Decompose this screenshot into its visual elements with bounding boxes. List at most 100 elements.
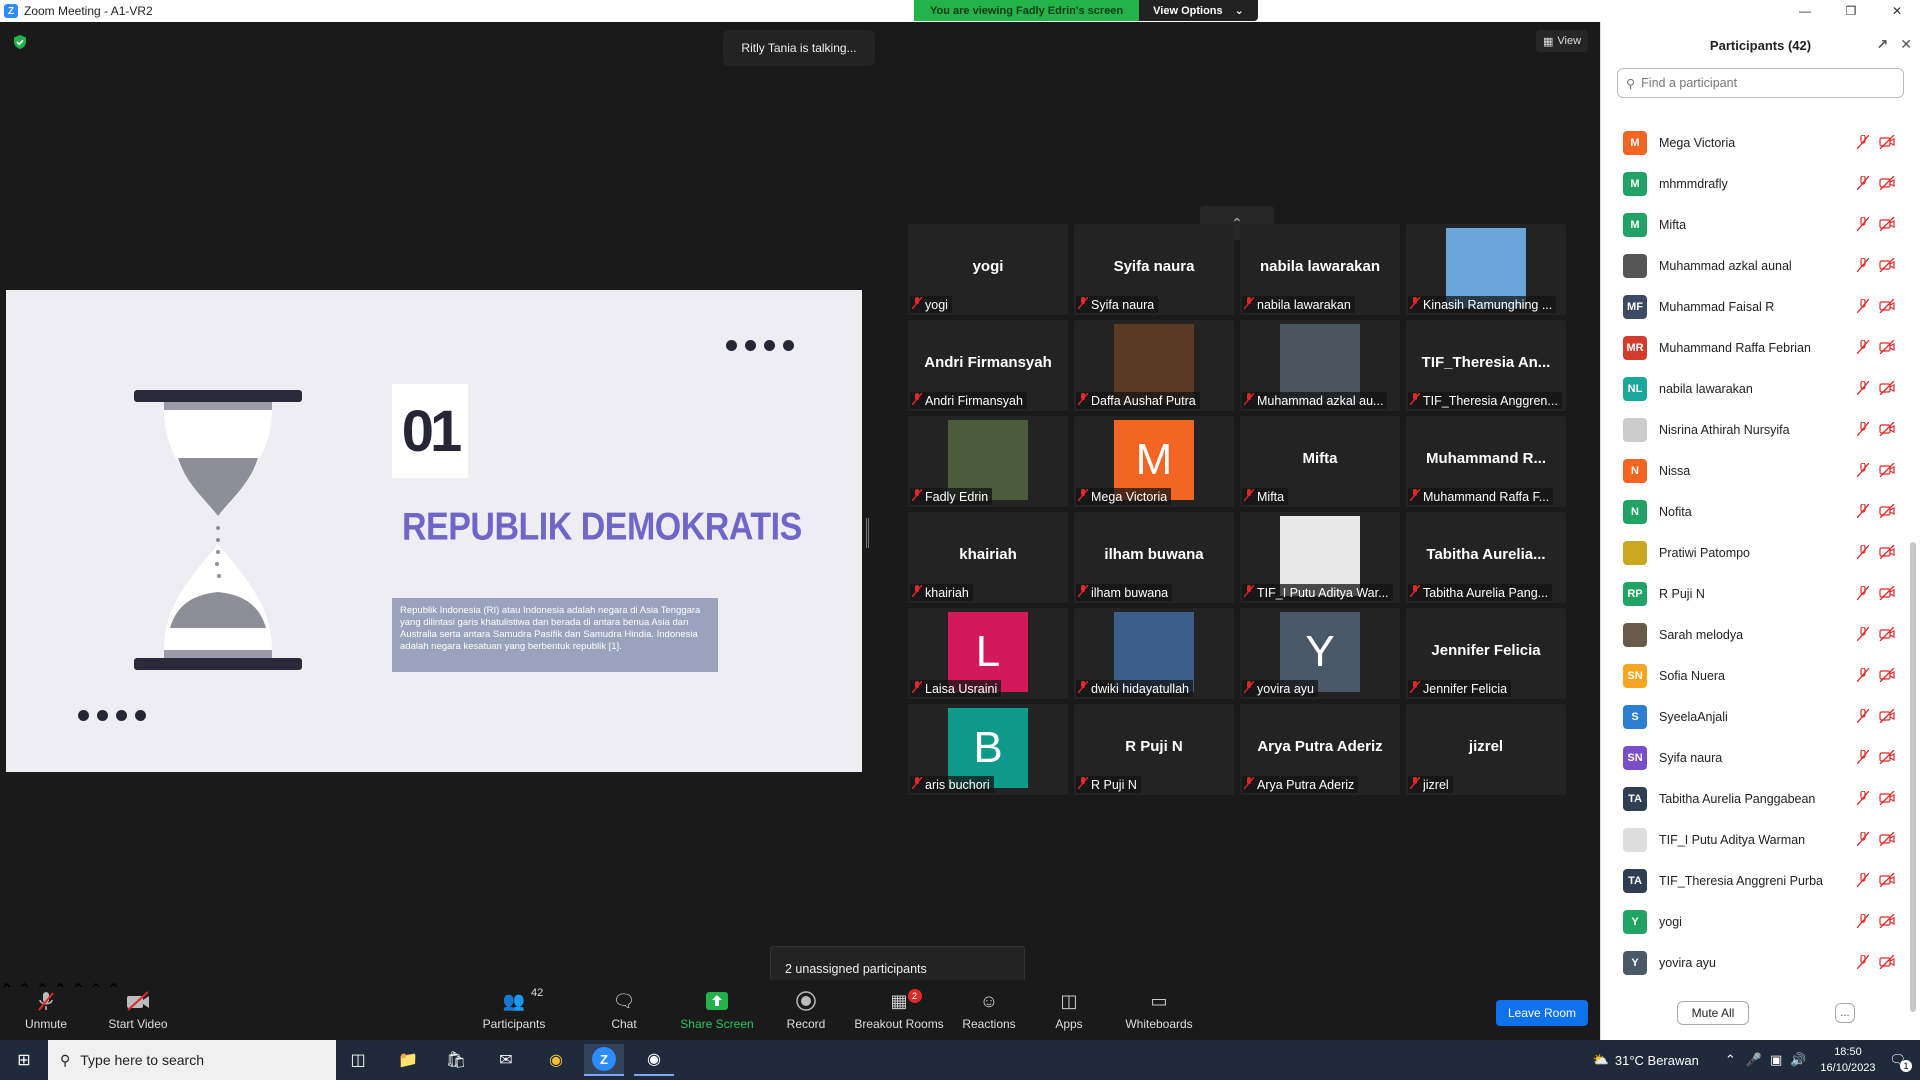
whiteboards-button[interactable]: ▭ Whiteboards	[1124, 980, 1194, 1040]
more-options-button[interactable]: ...	[1835, 1003, 1855, 1023]
participant-row[interactable]: Yyogi	[1601, 901, 1911, 942]
windows-start-icon[interactable]: ⊞	[4, 1044, 44, 1076]
video-tile[interactable]: yogi yogi	[908, 224, 1068, 315]
mic-icon[interactable]: 🎤	[1746, 1052, 1762, 1068]
participant-row[interactable]: N Nissa	[1601, 450, 1911, 491]
video-tile[interactable]: Fadly Edrin	[908, 416, 1068, 507]
file-explorer-icon[interactable]: 📁	[388, 1044, 428, 1076]
participant-row[interactable]: RP R Puji N	[1601, 573, 1911, 614]
unmute-button[interactable]: Unmute	[22, 980, 70, 1040]
video-tile[interactable]: M Mega Victoria	[1074, 416, 1234, 507]
participant-row[interactable]: MR Muhammand Raffa Febrian	[1601, 327, 1911, 368]
participant-name: Tabitha Aurelia Panggabean	[1659, 791, 1816, 806]
mail-icon[interactable]: ✉	[486, 1044, 526, 1076]
reactions-button[interactable]: ☺ Reactions	[962, 980, 1016, 1040]
muted-mic-icon	[1077, 488, 1089, 504]
clock[interactable]: 18:50 16/10/2023	[1820, 1044, 1875, 1076]
video-tile[interactable]: R Puji N R Puji N	[1074, 704, 1234, 795]
shared-screen-slide: 01 REPUBLIK DEMOKRATIS Republik Indonesi…	[6, 290, 862, 772]
video-tile[interactable]: Baris buchori	[908, 704, 1068, 795]
participant-row[interactable]: Sarah melodya	[1601, 614, 1911, 655]
participant-row[interactable]: Nisrina Athirah Nursyifa	[1601, 409, 1911, 450]
tile-label-text: Kinasih Ramunghing ...	[1423, 297, 1553, 312]
participant-row[interactable]: Pratiwi Patompo	[1601, 532, 1911, 573]
participant-status-icons	[1856, 380, 1895, 398]
video-tile[interactable]: Muhammad azkal au...	[1240, 320, 1400, 411]
participant-row[interactable]: Yyovira ayu	[1601, 942, 1911, 983]
participants-button[interactable]: 👥 42 Participants	[478, 980, 550, 1040]
taskbar-search[interactable]: ⚲ Type here to search	[48, 1040, 336, 1080]
breakout-rooms-button[interactable]: ▦ 2 Breakout Rooms	[852, 980, 946, 1040]
participant-row[interactable]: TIF_I Putu Aditya Warman	[1601, 819, 1911, 860]
weather-text[interactable]: 31°C Berawan	[1615, 1053, 1699, 1068]
leave-room-button[interactable]: Leave Room	[1496, 1000, 1588, 1026]
start-video-button[interactable]: Start Video	[106, 980, 170, 1040]
view-options-button[interactable]: View Options ⌄	[1139, 0, 1258, 21]
participant-row[interactable]: M Mifta	[1601, 204, 1911, 245]
pop-out-icon[interactable]: ↗	[1877, 36, 1889, 53]
participant-row[interactable]: MF Muhammad Faisal R	[1601, 286, 1911, 327]
muted-mic-icon	[1856, 544, 1870, 562]
video-tile[interactable]: Tabitha Aurelia... Tabitha Aurelia Pang..…	[1406, 512, 1566, 603]
participant-row[interactable]: Muhammad azkal aunal	[1601, 245, 1911, 286]
participants-panel: Participants (42) ↗ ✕ ⚲ Find a participa…	[1600, 22, 1920, 1040]
view-button[interactable]: ▦ View	[1536, 30, 1588, 52]
video-tile[interactable]: Yyovira ayu	[1240, 608, 1400, 699]
video-tile[interactable]: Arya Putra Aderiz Arya Putra Aderiz	[1240, 704, 1400, 795]
apps-button[interactable]: ◫ Apps	[1052, 980, 1086, 1040]
participant-list-scrollbar[interactable]	[1910, 542, 1916, 1012]
minimize-icon[interactable]: —	[1782, 0, 1828, 22]
close-icon[interactable]: ✕	[1874, 0, 1920, 22]
record-button[interactable]: Record	[786, 980, 826, 1040]
participant-row[interactable]: N Nofita	[1601, 491, 1911, 532]
video-tile[interactable]: TIF_Theresia An... TIF_Theresia Anggren..…	[1406, 320, 1566, 411]
participant-row[interactable]: Mmhmmdrafly	[1601, 163, 1911, 204]
close-panel-icon[interactable]: ✕	[1900, 36, 1912, 53]
video-tile[interactable]: ilham buwana ilham buwana	[1074, 512, 1234, 603]
volume-icon[interactable]: 🔊	[1790, 1052, 1806, 1068]
share-screen-button[interactable]: Share Screen	[680, 980, 754, 1040]
video-tile[interactable]: jizrel jizrel	[1406, 704, 1566, 795]
restore-icon[interactable]: ❐	[1828, 0, 1874, 22]
video-tile[interactable]: TIF_I Putu Aditya War...	[1240, 512, 1400, 603]
participant-list[interactable]: M Mega Victoria Mmhmmdrafly M Mifta Muhammad …	[1601, 122, 1911, 992]
zoom-app-icon[interactable]: Z	[584, 1044, 624, 1076]
chat-button[interactable]: 🗨 Chat	[604, 980, 644, 1040]
video-tile[interactable]: Mifta Mifta	[1240, 416, 1400, 507]
chevron-up-icon[interactable]: ⌃	[1725, 1052, 1736, 1068]
tile-display-name: Tabitha Aurelia...	[1426, 546, 1546, 563]
video-tile[interactable]: Daffa Aushaf Putra	[1074, 320, 1234, 411]
video-tile[interactable]: nabila lawarakan nabila lawarakan	[1240, 224, 1400, 315]
participant-row[interactable]: S SyeelaAnjali	[1601, 696, 1911, 737]
apps-options-caret[interactable]: ⌃	[89, 982, 102, 999]
video-tile[interactable]: Jennifer Felicia Jennifer Felicia	[1406, 608, 1566, 699]
participant-row[interactable]: TA TIF_Theresia Anggreni Purba	[1601, 860, 1911, 901]
participants-count: 42	[530, 987, 544, 999]
participant-row[interactable]: SN Syifa naura	[1601, 737, 1911, 778]
participant-row[interactable]: TA Tabitha Aurelia Panggabean	[1601, 778, 1911, 819]
video-tile[interactable]: Kinasih Ramunghing ...	[1406, 224, 1566, 315]
network-icon[interactable]: ▣	[1770, 1052, 1782, 1068]
reactions-options-caret[interactable]: ⌃	[71, 982, 84, 999]
tile-label-text: Fadly Edrin	[925, 489, 989, 504]
video-tile[interactable]: dwiki hidayatullah	[1074, 608, 1234, 699]
find-participant-input[interactable]: ⚲ Find a participant	[1617, 68, 1904, 98]
participant-status-icons	[1856, 790, 1895, 808]
video-tile[interactable]: L Laisa Usraini	[908, 608, 1068, 699]
task-view-icon[interactable]: ◫	[338, 1044, 378, 1076]
store-icon[interactable]: 🛍	[436, 1044, 476, 1076]
video-tile[interactable]: khairiah khairiah	[908, 512, 1068, 603]
video-tile[interactable]: Andri Firmansyah Andri Firmansyah	[908, 320, 1068, 411]
video-tile[interactable]: Syifa naura Syifa naura	[1074, 224, 1234, 315]
muted-mic-icon	[1856, 667, 1870, 685]
notification-icon[interactable]: 🗨 1	[1889, 1052, 1912, 1072]
mute-all-button[interactable]: Mute All	[1677, 1001, 1749, 1025]
audio-options-caret[interactable]: ⌃	[0, 982, 13, 999]
participant-row[interactable]: M Mega Victoria	[1601, 122, 1911, 163]
splitter-handle[interactable]	[866, 518, 869, 548]
chrome-icon[interactable]: ◉	[536, 1044, 576, 1076]
participant-row[interactable]: SN Sofia Nuera	[1601, 655, 1911, 696]
chrome-window-icon[interactable]: ◉	[634, 1044, 674, 1076]
participant-row[interactable]: NL nabila lawarakan	[1601, 368, 1911, 409]
video-tile[interactable]: Muhammand R... Muhammand Raffa F...	[1406, 416, 1566, 507]
